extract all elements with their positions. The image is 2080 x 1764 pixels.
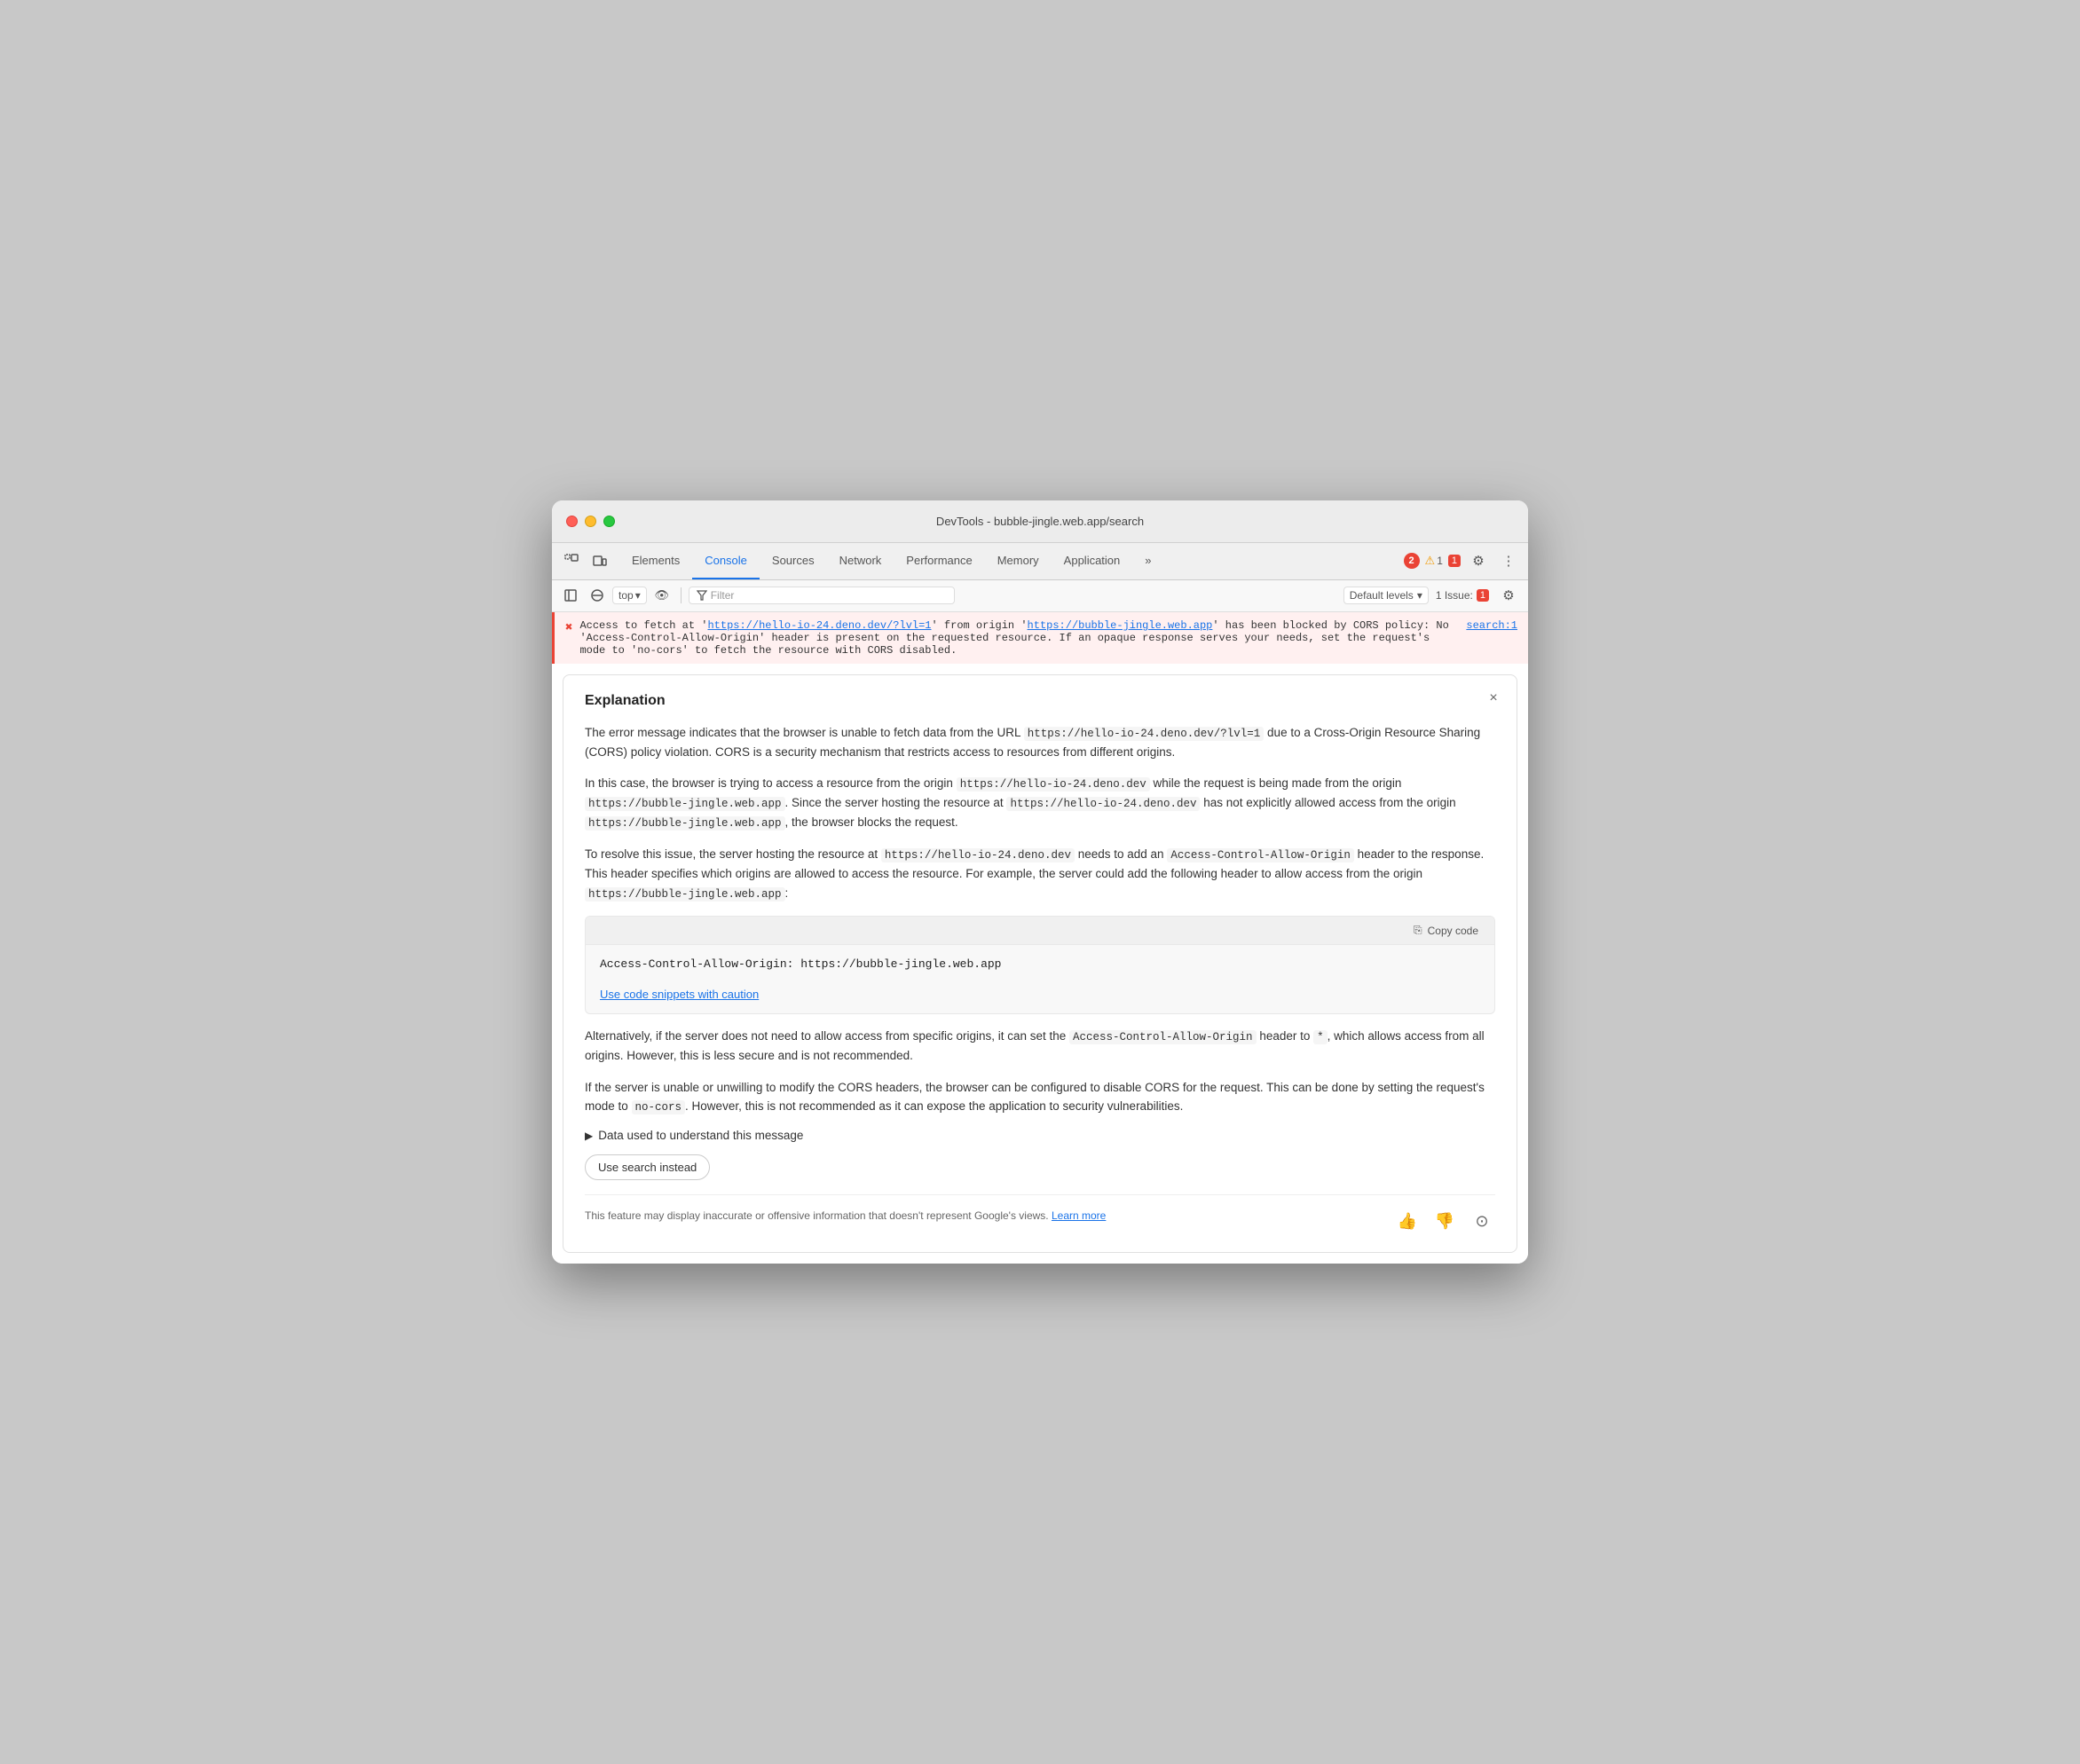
sidebar-toggle-icon[interactable] (559, 584, 582, 607)
error-icon: ✖ (565, 620, 572, 657)
copy-code-button[interactable]: ⎘ Copy code (1408, 922, 1484, 939)
code-block-body: Access-Control-Allow-Origin: https://bub… (586, 945, 1494, 983)
caution-link[interactable]: Use code snippets with caution (600, 988, 759, 1001)
use-search-button[interactable]: Use search instead (585, 1154, 710, 1180)
inline-header-2: Access-Control-Allow-Origin (1069, 1030, 1257, 1044)
eye-icon[interactable]: 👁 (650, 584, 674, 607)
issues-mini-badge: 1 (1477, 589, 1489, 602)
tabs-right-area: 2 ⚠ 1 1 ⚙ ⋮ (1404, 548, 1521, 573)
learn-more-link[interactable]: Learn more (1052, 1209, 1106, 1222)
inline-wildcard: * (1313, 1030, 1328, 1044)
tab-memory[interactable]: Memory (985, 542, 1052, 579)
filter-label[interactable]: Filter (711, 589, 735, 602)
tab-console[interactable]: Console (692, 542, 760, 579)
more-options-icon[interactable]: ⋮ (1496, 548, 1521, 573)
console-toolbar: top ▾ 👁 Filter Default levels ▾ 1 Issue:… (552, 580, 1528, 612)
explanation-para-3: To resolve this issue, the server hostin… (585, 845, 1495, 903)
warning-icon: ⚠ (1425, 554, 1436, 568)
toolbar-right: Default levels ▾ 1 Issue: 1 ⚙ (1343, 583, 1521, 608)
chevron-down-icon-2: ▾ (1417, 589, 1422, 602)
code-block-header: ⎘ Copy code (586, 917, 1494, 945)
feedback-icons: 👍 👎 ⊙ (1394, 1208, 1495, 1234)
context-label: top (618, 589, 634, 602)
devtools-window: DevTools - bubble-jingle.web.app/search … (552, 500, 1528, 1264)
tab-sources[interactable]: Sources (760, 542, 827, 579)
disclaimer-text: This feature may display inaccurate or o… (585, 1208, 1383, 1224)
explanation-para-4: Alternatively, if the server does not ne… (585, 1027, 1495, 1066)
report-button[interactable]: ⊙ (1469, 1208, 1495, 1234)
inline-origin-3: https://hello-io-24.deno.dev (1006, 797, 1200, 811)
error-message-content: Access to fetch at 'https://hello-io-24.… (579, 619, 1459, 657)
copy-code-label: Copy code (1428, 925, 1478, 937)
explanation-panel: Explanation × The error message indicate… (563, 674, 1517, 1253)
explanation-para-5: If the server is unable or unwilling to … (585, 1078, 1495, 1117)
issues-counter: 1 Issue: 1 (1436, 589, 1489, 602)
code-block: ⎘ Copy code Access-Control-Allow-Origin:… (585, 916, 1495, 1014)
clear-console-icon[interactable] (586, 584, 609, 607)
use-search-label: Use search instead (598, 1161, 697, 1174)
tab-performance[interactable]: Performance (894, 542, 984, 579)
thumbs-down-button[interactable]: 👎 (1431, 1208, 1458, 1234)
error-message-row: ✖ Access to fetch at 'https://hello-io-2… (552, 612, 1528, 664)
error-text-before: Access to fetch at ' (579, 619, 707, 632)
disclaimer-area: This feature may display inaccurate or o… (585, 1194, 1495, 1234)
copy-icon: ⎘ (1414, 924, 1422, 937)
disclaimer-message: This feature may display inaccurate or o… (585, 1209, 1049, 1222)
inspect-element-icon[interactable] (559, 548, 584, 573)
context-selector[interactable]: top ▾ (612, 587, 647, 604)
inline-origin-1: https://hello-io-24.deno.dev (957, 777, 1150, 791)
warning-badge-group: ⚠ 1 (1425, 554, 1443, 568)
issues-count-badge: 1 (1448, 555, 1461, 567)
settings-icon[interactable]: ⚙ (1466, 548, 1491, 573)
tab-more[interactable]: » (1132, 542, 1163, 579)
warning-count: 1 (1437, 555, 1443, 567)
minimize-button[interactable] (585, 516, 596, 527)
filter-icon (697, 590, 707, 601)
inline-origin-5: https://bubble-jingle.web.app (585, 887, 785, 902)
console-content: ✖ Access to fetch at 'https://hello-io-2… (552, 612, 1528, 1264)
explanation-para-1: The error message indicates that the bro… (585, 723, 1495, 762)
explanation-title: Explanation (585, 693, 1495, 709)
issues-badge-group: 1 (1448, 555, 1461, 567)
tab-application[interactable]: Application (1052, 542, 1133, 579)
traffic-lights (566, 516, 615, 527)
error-count-badge: 2 (1404, 553, 1420, 569)
tab-network[interactable]: Network (827, 542, 894, 579)
triangle-icon: ▶ (585, 1130, 593, 1142)
code-snippet-text: Access-Control-Allow-Origin: https://bub… (600, 957, 1001, 971)
thumbs-up-button[interactable]: 👍 (1394, 1208, 1421, 1234)
chevron-down-icon: ▾ (635, 589, 641, 602)
error-source-link[interactable]: search:1 (1466, 619, 1517, 657)
inline-origin-4: https://bubble-jingle.web.app (585, 816, 785, 831)
maximize-button[interactable] (603, 516, 615, 527)
window-title: DevTools - bubble-jingle.web.app/search (936, 515, 1144, 528)
log-levels-dropdown[interactable]: Default levels ▾ (1343, 587, 1429, 604)
devtools-tab-bar: Elements Console Sources Network Perform… (552, 543, 1528, 580)
filter-input-area[interactable]: Filter (689, 587, 955, 604)
close-button[interactable] (566, 516, 578, 527)
titlebar: DevTools - bubble-jingle.web.app/search (552, 500, 1528, 543)
inline-header-1: Access-Control-Allow-Origin (1167, 848, 1354, 862)
error-text-middle: ' from origin ' (932, 619, 1028, 632)
error-badge-group: 2 (1404, 553, 1420, 569)
close-explanation-button[interactable]: × (1483, 688, 1504, 709)
separator (681, 587, 682, 603)
default-levels-label: Default levels (1350, 589, 1414, 602)
error-url2-link[interactable]: https://bubble-jingle.web.app (1028, 619, 1213, 632)
explanation-para-2: In this case, the browser is trying to a… (585, 774, 1495, 832)
console-settings-icon[interactable]: ⚙ (1496, 583, 1521, 608)
data-used-label: Data used to understand this message (598, 1129, 803, 1142)
inline-nocors: no-cors (632, 1100, 686, 1114)
inline-origin-2: https://bubble-jingle.web.app (585, 797, 785, 811)
inline-server-url: https://hello-io-24.deno.dev (881, 848, 1075, 862)
main-tabs: Elements Console Sources Network Perform… (619, 542, 1404, 579)
data-used-toggle[interactable]: ▶ Data used to understand this message (585, 1129, 1495, 1142)
tab-elements[interactable]: Elements (619, 542, 692, 579)
error-url1-link[interactable]: https://hello-io-24.deno.dev/?lvl=1 (707, 619, 931, 632)
inline-url-1: https://hello-io-24.deno.dev/?lvl=1 (1024, 727, 1265, 741)
device-mode-icon[interactable] (587, 548, 612, 573)
tab-toolbar-icons (559, 548, 612, 573)
issues-label: 1 Issue: (1436, 589, 1473, 602)
